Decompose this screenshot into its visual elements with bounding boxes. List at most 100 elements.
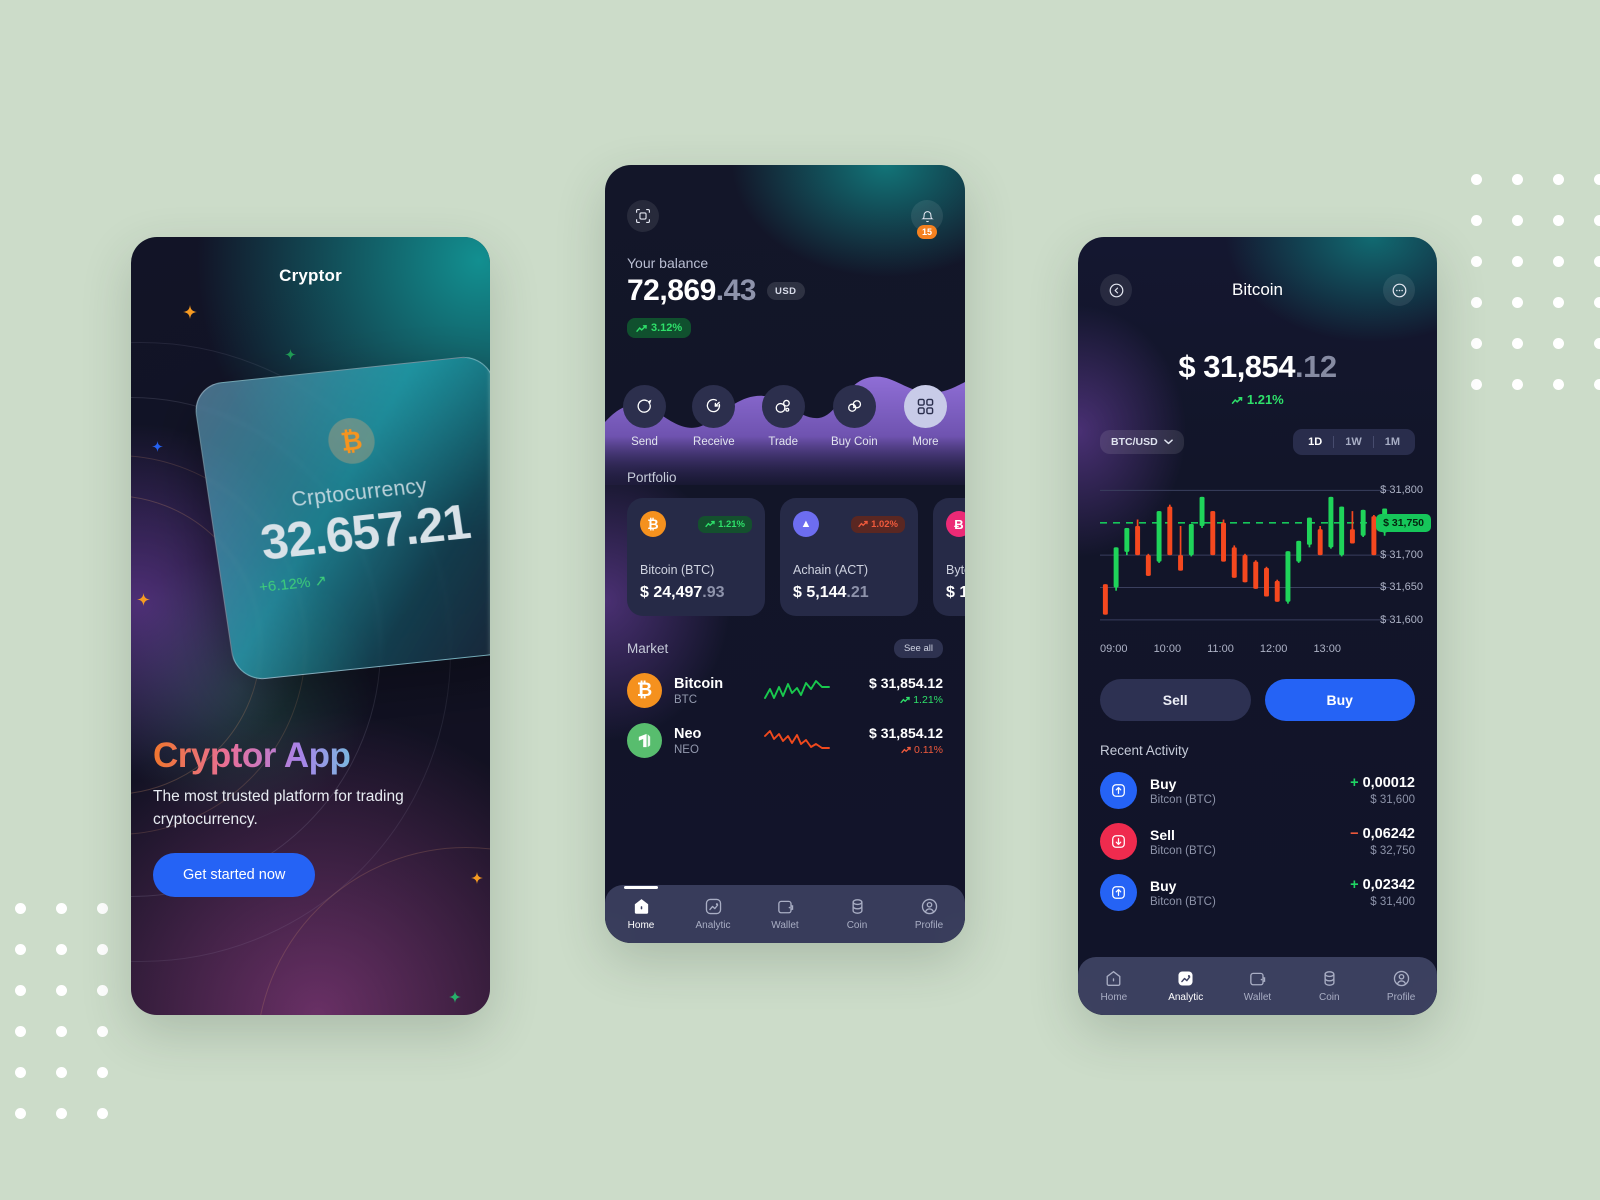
candle-body (1167, 506, 1173, 556)
tab-profile[interactable]: Profile (893, 897, 965, 931)
portfolio-card-bytecoin[interactable]: Ƀ Bytecoin (BCN) $ 1,1 (933, 498, 965, 616)
action-buy-coin[interactable]: Buy Coin (831, 385, 878, 448)
market-price: $ 31,854.12 (869, 725, 943, 741)
portfolio-value-minor: .93 (702, 584, 725, 601)
buy-button[interactable]: Buy (1264, 679, 1415, 721)
back-button[interactable] (1100, 274, 1132, 306)
activity-type: Buy (1150, 775, 1177, 792)
activity-amount-value: 0,00012 (1362, 775, 1415, 791)
decorative-dot (97, 944, 108, 955)
tab-wallet[interactable]: Wallet (1222, 969, 1294, 1003)
portfolio-card-bitcoin[interactable]: ₿ 1.21% Bitcoin (BTC) $ 24,497.93 (627, 498, 765, 616)
bytecoin-icon: Ƀ (946, 511, 965, 537)
decorative-dot (1553, 379, 1564, 390)
candle-body (1285, 551, 1291, 602)
activity-sign: + (1350, 877, 1359, 893)
tab-profile[interactable]: Profile (1365, 969, 1437, 1003)
scan-icon (636, 209, 650, 223)
decorative-dot (1512, 338, 1523, 349)
candle-body (1242, 555, 1248, 583)
portfolio-title: Portfolio (627, 470, 677, 485)
headline-word-2: App (283, 735, 351, 775)
trend-up-icon (900, 696, 910, 704)
get-started-button[interactable]: Get started now (153, 853, 316, 897)
portfolio-card-achain[interactable]: ▲ 1.02% Achain (ACT) $ 5,144.21 (780, 498, 918, 616)
timeframe-1m[interactable]: 1M (1374, 434, 1411, 450)
neo-icon (627, 723, 662, 758)
portfolio-name: Bitcoin (BTC) (640, 563, 715, 577)
candle-body (1135, 526, 1141, 556)
tab-profile-label: Profile (1386, 992, 1416, 1003)
decorative-dot (1594, 215, 1600, 226)
action-send[interactable]: Send (623, 385, 666, 448)
portfolio-list[interactable]: ₿ 1.21% Bitcoin (BTC) $ 24,497.93 ▲ 1.02… (627, 498, 965, 616)
activity-type: Sell (1150, 826, 1175, 843)
decorative-dot (1553, 338, 1564, 349)
menu-button[interactable] (1383, 274, 1415, 306)
decorative-dot (97, 903, 108, 914)
market-name: Bitcoin (674, 675, 724, 692)
activity-price: $ 31,600 (1370, 794, 1415, 806)
market-row-neo[interactable]: Neo NEO $ 31,854.12 0.11% (627, 723, 965, 758)
balance-amount: 72,869.43 (627, 274, 756, 308)
action-receive[interactable]: Receive (692, 385, 736, 448)
timeframe-1w[interactable]: 1W (1334, 434, 1373, 450)
candle-body (1188, 524, 1194, 556)
home-icon (1106, 970, 1121, 987)
pair-selector[interactable]: BTC/USD (1100, 430, 1184, 454)
sell-button[interactable]: Sell (1100, 679, 1251, 721)
y-tick-31600: $ 31,600 (1380, 613, 1423, 626)
candlestick-chart[interactable]: $ 31,800 $ 31,750 $ 31,700 $ 31,650 $ 31… (1078, 471, 1437, 671)
decorative-dot (1553, 174, 1564, 185)
tab-home[interactable]: Home (605, 886, 677, 931)
market-price: $ 31,854.12 (869, 675, 943, 691)
tab-coin[interactable]: Coin (821, 897, 893, 931)
x-tick-1000: 10:00 (1153, 643, 1182, 655)
trend-down-icon (901, 746, 911, 754)
portfolio-change-value: 1.21% (718, 518, 745, 530)
portfolio-value-major: $ 24,497 (640, 584, 703, 601)
market-row-bitcoin[interactable]: ₿ Bitcoin BTC $ 31,854.12 1.21% (627, 673, 965, 708)
decorative-dot (97, 1026, 108, 1037)
decorative-dot (1471, 215, 1482, 226)
portfolio-change-value: 1.02% (871, 518, 898, 530)
action-trade[interactable]: Trade (761, 385, 805, 448)
portfolio-name: Bytecoin (BCN) (946, 563, 965, 577)
more-circle-icon (1392, 283, 1406, 297)
home-icon (634, 899, 648, 914)
timeframe-selector[interactable]: 1D 1W 1M (1293, 429, 1415, 455)
activity-amount: + 0,02342 (1350, 877, 1415, 893)
tab-wallet[interactable]: Wallet (749, 897, 821, 931)
tab-home-label: Home (627, 920, 655, 931)
bitcoin-icon: ₿ (640, 511, 666, 537)
portfolio-value-major: $ 1,1 (946, 584, 965, 601)
activity-row-sell-1[interactable]: Sell Bitcon (BTC) − 0,06242 $ 32,750 (1100, 823, 1415, 860)
tab-analytic[interactable]: Analytic (677, 897, 749, 931)
portfolio-value-major: $ 5,144 (793, 584, 847, 601)
y-tick-31650: $ 31,650 (1380, 581, 1423, 594)
candle-body (1210, 511, 1216, 556)
bottom-navigation-detail: Home Analytic Wallet Coin Profile (1078, 957, 1437, 1015)
action-more[interactable]: More (903, 385, 947, 448)
decorative-dot (1594, 174, 1600, 185)
decorative-dot (15, 1026, 26, 1037)
tab-coin[interactable]: Coin (1293, 969, 1365, 1003)
see-all-button[interactable]: See all (893, 639, 943, 658)
bitcoin-symbol: ₿ (338, 424, 365, 457)
activity-row-buy-1[interactable]: Buy Bitcon (BTC) + 0,00012 $ 31,600 (1100, 772, 1415, 809)
portfolio-value: $ 24,497.93 (640, 584, 725, 602)
tab-analytic[interactable]: Analytic (1150, 969, 1222, 1003)
market-change-value: 1.21% (913, 694, 943, 706)
tab-wallet-label: Wallet (1243, 992, 1272, 1003)
tab-home[interactable]: Home (1078, 969, 1150, 1003)
scan-button[interactable] (627, 200, 659, 232)
balance-change-value: 3.12% (651, 322, 683, 334)
notifications-button[interactable]: 15 (911, 200, 943, 239)
timeframe-1d[interactable]: 1D (1297, 434, 1333, 450)
currency-chip[interactable]: USD (766, 282, 805, 300)
decorative-dot (56, 903, 67, 914)
decorative-dot (1471, 174, 1482, 185)
activity-row-buy-2[interactable]: Buy Bitcon (BTC) + 0,02342 $ 31,400 (1100, 874, 1415, 911)
market-ticker: NEO (674, 743, 699, 756)
decorative-dot (56, 1026, 67, 1037)
